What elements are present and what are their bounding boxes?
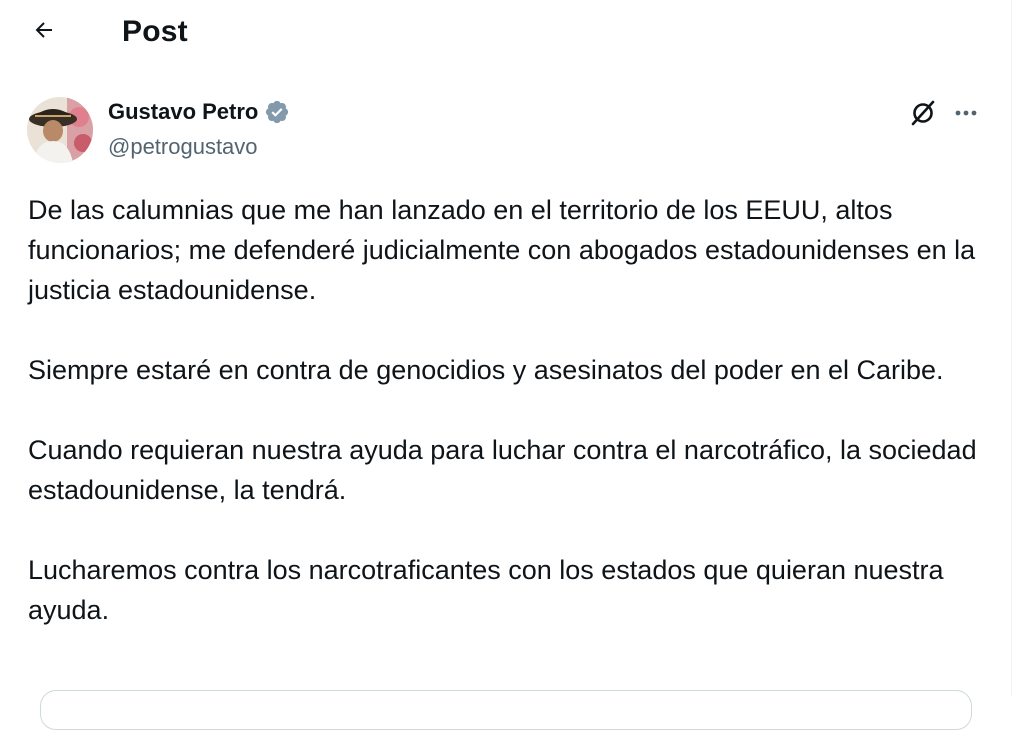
page-title: Post [122,15,188,48]
post-paragraph: Lucharemos contra los narcotraficantes c… [28,555,944,625]
arrow-left-icon [32,18,56,47]
avatar[interactable] [27,97,93,163]
grok-button[interactable] [905,97,941,133]
post-paragraph: De las calumnias que me han lanzado en e… [28,195,976,305]
back-button[interactable] [24,14,64,50]
author-name[interactable]: Gustavo Petro [108,97,258,127]
post-text: De las calumnias que me han lanzado en e… [28,190,988,670]
more-button[interactable] [948,97,984,133]
post-paragraph: Cuando requieran nuestra ayuda para luch… [28,435,977,505]
verified-badge-icon[interactable] [264,99,290,125]
grok-icon [908,98,938,133]
post-page: Post Gustavo Petro @petrogustavo De las … [0,0,1012,730]
embedded-card[interactable] [40,690,972,730]
author-name-row: Gustavo Petro [108,97,290,127]
post-paragraph: Siempre estaré en contra de genocidios y… [28,355,944,385]
post-header: Post [0,0,1012,64]
author-handle[interactable]: @petrogustavo [108,132,258,162]
more-horizontal-icon [952,99,980,132]
